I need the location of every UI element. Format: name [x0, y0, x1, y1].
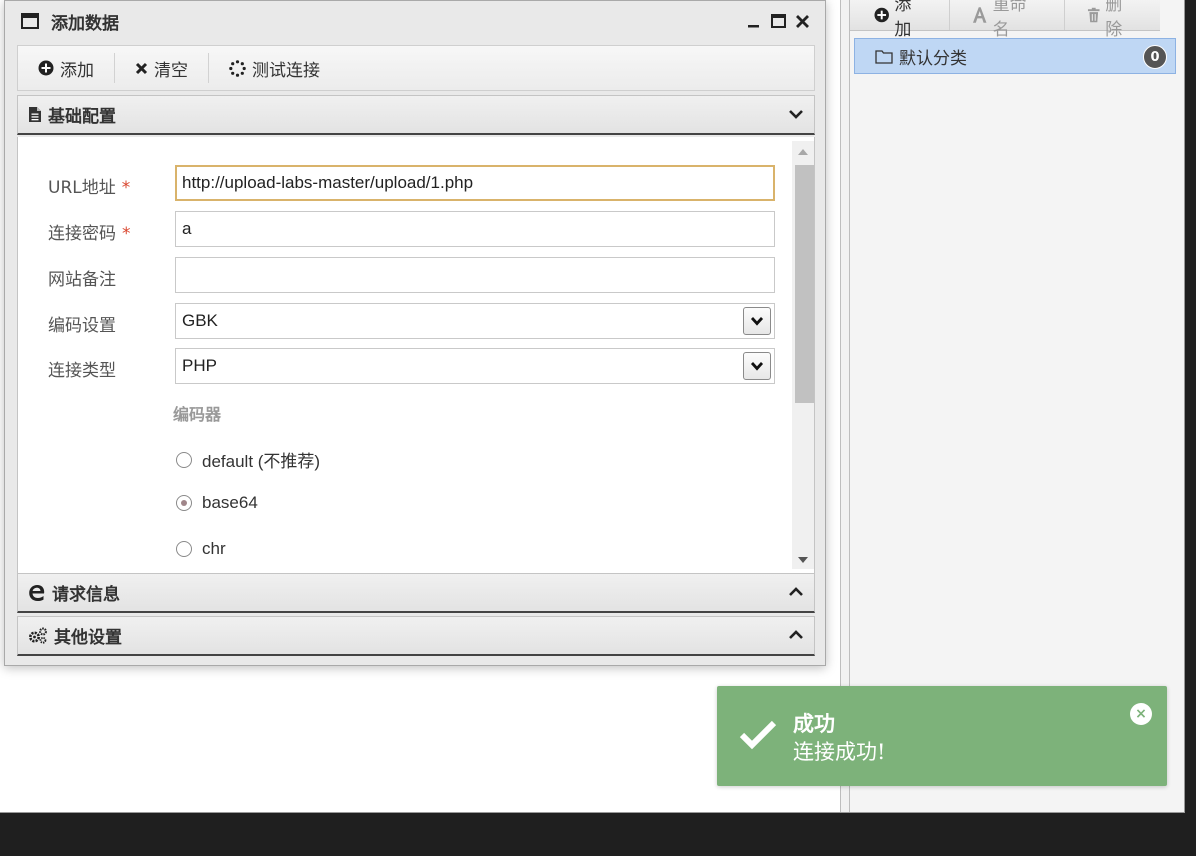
category-delete-label: 删除: [1105, 0, 1123, 40]
basic-config-form: URL地址 * http://upload-labs-master/upload/…: [17, 137, 815, 573]
category-toolbar: 添加 重命名 删除: [850, 0, 1160, 40]
file-text-icon: [29, 107, 41, 122]
type-row: 连接类型 PHP: [18, 348, 798, 384]
category-name: 默认分类: [899, 48, 967, 69]
close-icon: [795, 14, 809, 28]
toast-close-button[interactable]: ×: [1130, 703, 1152, 725]
add-label: 添加: [60, 60, 94, 81]
password-row: 连接密码 * a: [18, 211, 798, 247]
toast-title: 成功: [793, 711, 835, 736]
section-request-info[interactable]: 请求信息: [17, 573, 815, 613]
chevron-up-icon: [789, 630, 803, 639]
maximize-icon: [770, 14, 786, 28]
password-label: 连接密码 *: [48, 224, 131, 244]
encoding-select[interactable]: GBK: [175, 303, 775, 339]
note-row: 网站备注: [18, 257, 798, 293]
category-rename-label: 重命名: [992, 0, 1027, 40]
encoder-option-chr[interactable]: chr: [176, 539, 226, 559]
clear-button[interactable]: 清空: [115, 53, 209, 83]
category-count-badge: 0: [1143, 45, 1167, 69]
maximize-button[interactable]: [769, 9, 787, 33]
plus-circle-icon: [874, 7, 889, 23]
encoder-option-label: default (不推荐): [202, 452, 321, 471]
edge-icon: [29, 584, 45, 601]
times-icon: [135, 62, 148, 74]
encoding-label: 编码设置: [48, 316, 116, 336]
url-row: URL地址 * http://upload-labs-master/upload/…: [18, 165, 798, 201]
toast-message: 连接成功!: [793, 740, 886, 764]
minimize-icon: [748, 25, 759, 28]
font-icon: [973, 7, 987, 23]
note-input[interactable]: [175, 257, 775, 293]
section-other-settings-label: 其他设置: [54, 628, 122, 648]
chevron-down-icon: [750, 317, 764, 326]
dialog-title: 添加数据: [51, 13, 119, 34]
encoder-title: 编码器: [173, 405, 222, 424]
type-label: 连接类型: [48, 361, 116, 381]
encoder-radio-chr[interactable]: [176, 541, 192, 557]
encoding-row: 编码设置 GBK: [18, 303, 798, 339]
type-select[interactable]: PHP: [175, 348, 775, 384]
encoder-option-label: base64: [202, 493, 258, 512]
password-input[interactable]: a: [175, 211, 775, 247]
scroll-up-arrow[interactable]: [798, 149, 808, 155]
success-toast: 成功 连接成功! ×: [717, 686, 1167, 786]
scroll-down-arrow[interactable]: [798, 557, 808, 563]
gears-icon: [29, 627, 47, 644]
category-delete-button[interactable]: 删除: [1065, 0, 1160, 40]
section-basic-config-label: 基础配置: [48, 107, 116, 127]
url-input[interactable]: http://upload-labs-master/upload/1.php: [175, 165, 775, 201]
chevron-down-icon: [789, 110, 803, 119]
type-selected-value: PHP: [182, 356, 217, 375]
test-connection-button[interactable]: 测试连接: [209, 53, 340, 83]
url-label: URL地址 *: [48, 178, 131, 198]
encoder-option-default[interactable]: default (不推荐): [176, 447, 320, 472]
category-item-default[interactable]: 默认分类 0: [854, 38, 1176, 74]
add-data-dialog: 添加数据 添加 清空 测试连接 基础配置 URL地址 * http://uplo…: [4, 0, 826, 666]
form-scrollbar[interactable]: [792, 141, 814, 569]
chevron-down-icon: [750, 362, 764, 371]
dialog-toolbar: 添加 清空 测试连接: [17, 45, 815, 91]
encoder-radio-default[interactable]: [176, 451, 192, 468]
plus-circle-icon: [38, 60, 54, 76]
encoding-selected-value: GBK: [182, 311, 218, 330]
close-button[interactable]: [793, 9, 811, 33]
chevron-up-icon: [789, 587, 803, 596]
category-rename-button[interactable]: 重命名: [950, 0, 1065, 40]
section-basic-config[interactable]: 基础配置: [17, 95, 815, 135]
trash-icon: [1087, 7, 1100, 23]
folder-icon: [875, 49, 893, 64]
section-other-settings[interactable]: 其他设置: [17, 616, 815, 656]
test-connection-label: 测试连接: [252, 60, 320, 81]
encoder-option-base64[interactable]: base64: [176, 493, 258, 513]
section-request-info-label: 请求信息: [52, 585, 120, 605]
close-icon: ×: [1135, 706, 1147, 722]
password-required-mark: *: [122, 224, 131, 244]
type-dropdown-button[interactable]: [743, 352, 771, 380]
check-icon: [739, 720, 777, 750]
scroll-thumb[interactable]: [795, 165, 814, 403]
clear-label: 清空: [154, 60, 188, 81]
url-required-mark: *: [121, 178, 131, 198]
window-icon: [21, 13, 39, 29]
note-label: 网站备注: [48, 270, 116, 290]
encoder-radio-base64[interactable]: [176, 495, 192, 511]
category-add-label: 添加: [894, 0, 912, 40]
minimize-button[interactable]: [745, 9, 763, 33]
dialog-titlebar[interactable]: 添加数据: [5, 1, 825, 41]
encoding-dropdown-button[interactable]: [743, 307, 771, 335]
add-button[interactable]: 添加: [18, 53, 115, 83]
category-add-button[interactable]: 添加: [850, 0, 951, 40]
encoder-option-label: chr: [202, 539, 226, 558]
spinner-icon: [229, 59, 246, 77]
